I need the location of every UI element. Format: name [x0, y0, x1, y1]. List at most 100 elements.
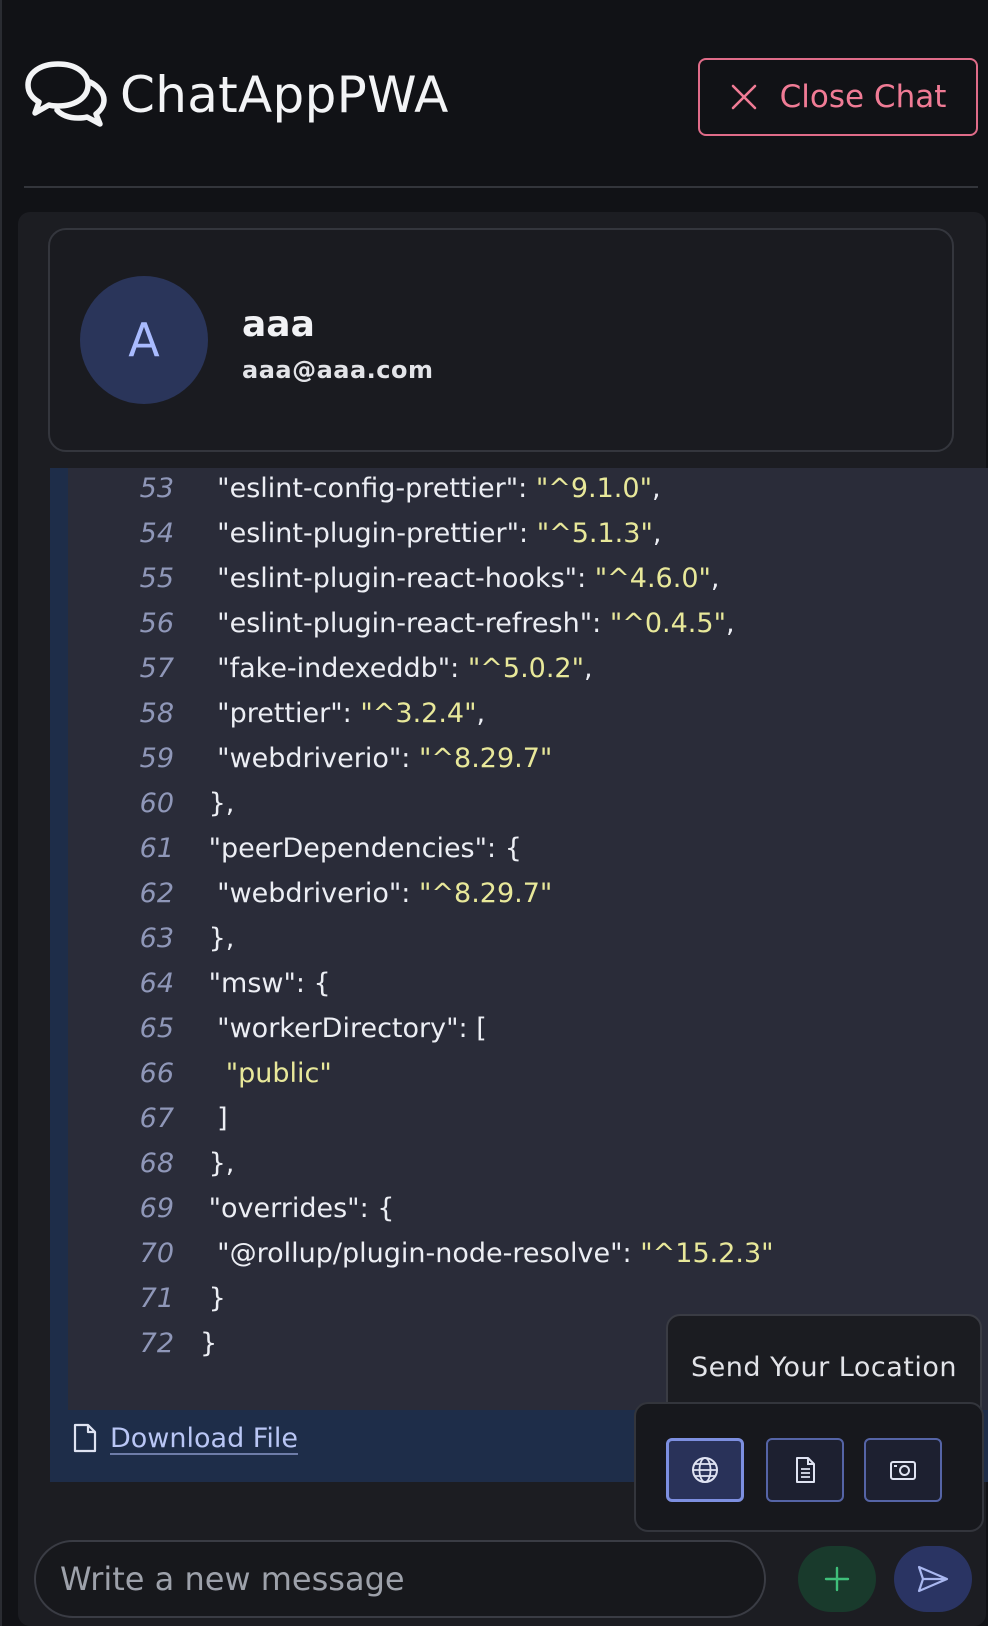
code-string: "public" — [225, 1057, 332, 1089]
code-string: "^3.2.4" — [360, 697, 477, 729]
code-line: 61 "peerDependencies": { — [68, 828, 988, 868]
line-number: 59 — [139, 742, 174, 774]
code-line: 68 }, — [68, 1143, 988, 1183]
code-line: 58 "prettier": "^3.2.4", — [68, 693, 988, 733]
line-number: 67 — [139, 1102, 174, 1134]
code-punctuation: , — [476, 697, 486, 729]
line-number: 61 — [139, 832, 174, 864]
code-line: 62 "webdriverio": "^8.29.7" — [68, 873, 988, 913]
code-text: "fake-indexeddb": "^5.0.2", — [200, 652, 593, 684]
code-punctuation: , — [652, 517, 662, 549]
line-number: 65 — [139, 1012, 174, 1044]
code-text: "peerDependencies": { — [200, 833, 522, 864]
avatar: A — [80, 276, 208, 404]
send-button[interactable] — [894, 1546, 972, 1612]
globe-icon — [692, 1457, 718, 1483]
close-icon — [731, 84, 756, 110]
app-title: ChatAppPWA — [120, 66, 449, 124]
line-number: 70 — [139, 1237, 174, 1269]
code-key: "eslint-plugin-react-hooks": — [217, 562, 595, 594]
header-divider — [24, 186, 978, 188]
code-line: 55 "eslint-plugin-react-hooks": "^4.6.0"… — [68, 558, 988, 598]
line-number: 62 — [139, 877, 174, 909]
line-number: 53 — [139, 472, 174, 504]
camera-button[interactable] — [864, 1438, 942, 1502]
code-line: 56 "eslint-plugin-react-refresh": "^0.4.… — [68, 603, 988, 643]
code-key: }, — [208, 787, 235, 819]
code-string: "^4.6.0" — [594, 562, 711, 594]
code-text: "workerDirectory": [ — [200, 1013, 487, 1044]
contact-email: aaa@aaa.com — [242, 356, 434, 384]
code-key: "webdriverio": — [217, 742, 419, 774]
code-line: 64 "msw": { — [68, 963, 988, 1003]
code-punctuation: , — [584, 652, 593, 684]
camera-icon — [890, 1461, 916, 1480]
download-file-link[interactable]: Download File — [72, 1414, 298, 1462]
document-icon — [796, 1457, 815, 1483]
code-text: } — [200, 1283, 226, 1314]
message-input[interactable] — [34, 1540, 766, 1618]
contact-card: A aaa aaa@aaa.com — [48, 228, 954, 452]
code-key: "msw": { — [208, 967, 331, 999]
code-key: "workerDirectory": [ — [217, 1012, 487, 1044]
download-file-label: Download File — [110, 1422, 298, 1454]
location-button[interactable] — [666, 1438, 744, 1502]
code-line: 53 "eslint-config-prettier": "^9.1.0", — [68, 468, 988, 508]
line-number: 57 — [139, 652, 174, 684]
code-key: }, — [208, 922, 235, 954]
code-line: 63 }, — [68, 918, 988, 958]
line-number: 63 — [139, 922, 174, 954]
code-text: }, — [200, 922, 235, 954]
code-text: "eslint-plugin-react-refresh": "^0.4.5", — [200, 607, 735, 639]
code-key: } — [200, 1327, 218, 1359]
code-preview: 53 "eslint-config-prettier": "^9.1.0", 54… — [68, 468, 988, 1410]
code-line: 60 }, — [68, 783, 988, 823]
close-chat-button[interactable]: Close Chat — [698, 58, 978, 136]
code-key: "prettier": — [217, 697, 361, 729]
add-attachment-button[interactable] — [798, 1546, 876, 1612]
code-key: "@rollup/plugin-node-resolve": — [217, 1237, 641, 1269]
code-text: "webdriverio": "^8.29.7" — [200, 878, 552, 909]
code-text: }, — [200, 787, 235, 819]
code-string: "^8.29.7" — [418, 742, 553, 774]
code-key: "overrides": { — [208, 1192, 395, 1224]
code-key: "webdriverio": — [217, 877, 419, 909]
code-text: "public" — [200, 1058, 332, 1089]
code-text: "eslint-plugin-prettier": "^5.1.3", — [200, 518, 661, 549]
code-key: }, — [208, 1147, 235, 1179]
code-punctuation: , — [726, 607, 735, 639]
line-number: 55 — [139, 562, 174, 594]
line-number: 66 — [139, 1057, 174, 1089]
code-key: "eslint-plugin-react-refresh": — [217, 607, 610, 639]
app-header: ChatAppPWA Close Chat — [24, 56, 978, 138]
code-string: "^0.4.5" — [609, 607, 726, 639]
code-line: 59 "webdriverio": "^8.29.7" — [68, 738, 988, 778]
code-text: "@rollup/plugin-node-resolve": "^15.2.3" — [200, 1237, 774, 1269]
code-key: } — [208, 1282, 226, 1314]
code-string: "^15.2.3" — [640, 1237, 774, 1269]
file-upload-button[interactable] — [766, 1438, 844, 1502]
code-text: "overrides": { — [200, 1192, 395, 1224]
code-line: 70 "@rollup/plugin-node-resolve": "^15.2… — [68, 1233, 988, 1273]
code-text: }, — [200, 1147, 235, 1179]
line-number: 71 — [139, 1282, 174, 1314]
line-number: 56 — [139, 607, 174, 639]
line-number: 64 — [139, 967, 174, 999]
code-punctuation: , — [710, 562, 720, 594]
send-location-label: Send Your Location — [690, 1351, 957, 1383]
attachment-menu — [634, 1402, 984, 1532]
code-string: "^9.1.0" — [535, 472, 652, 504]
code-text: "webdriverio": "^8.29.7" — [200, 743, 552, 774]
